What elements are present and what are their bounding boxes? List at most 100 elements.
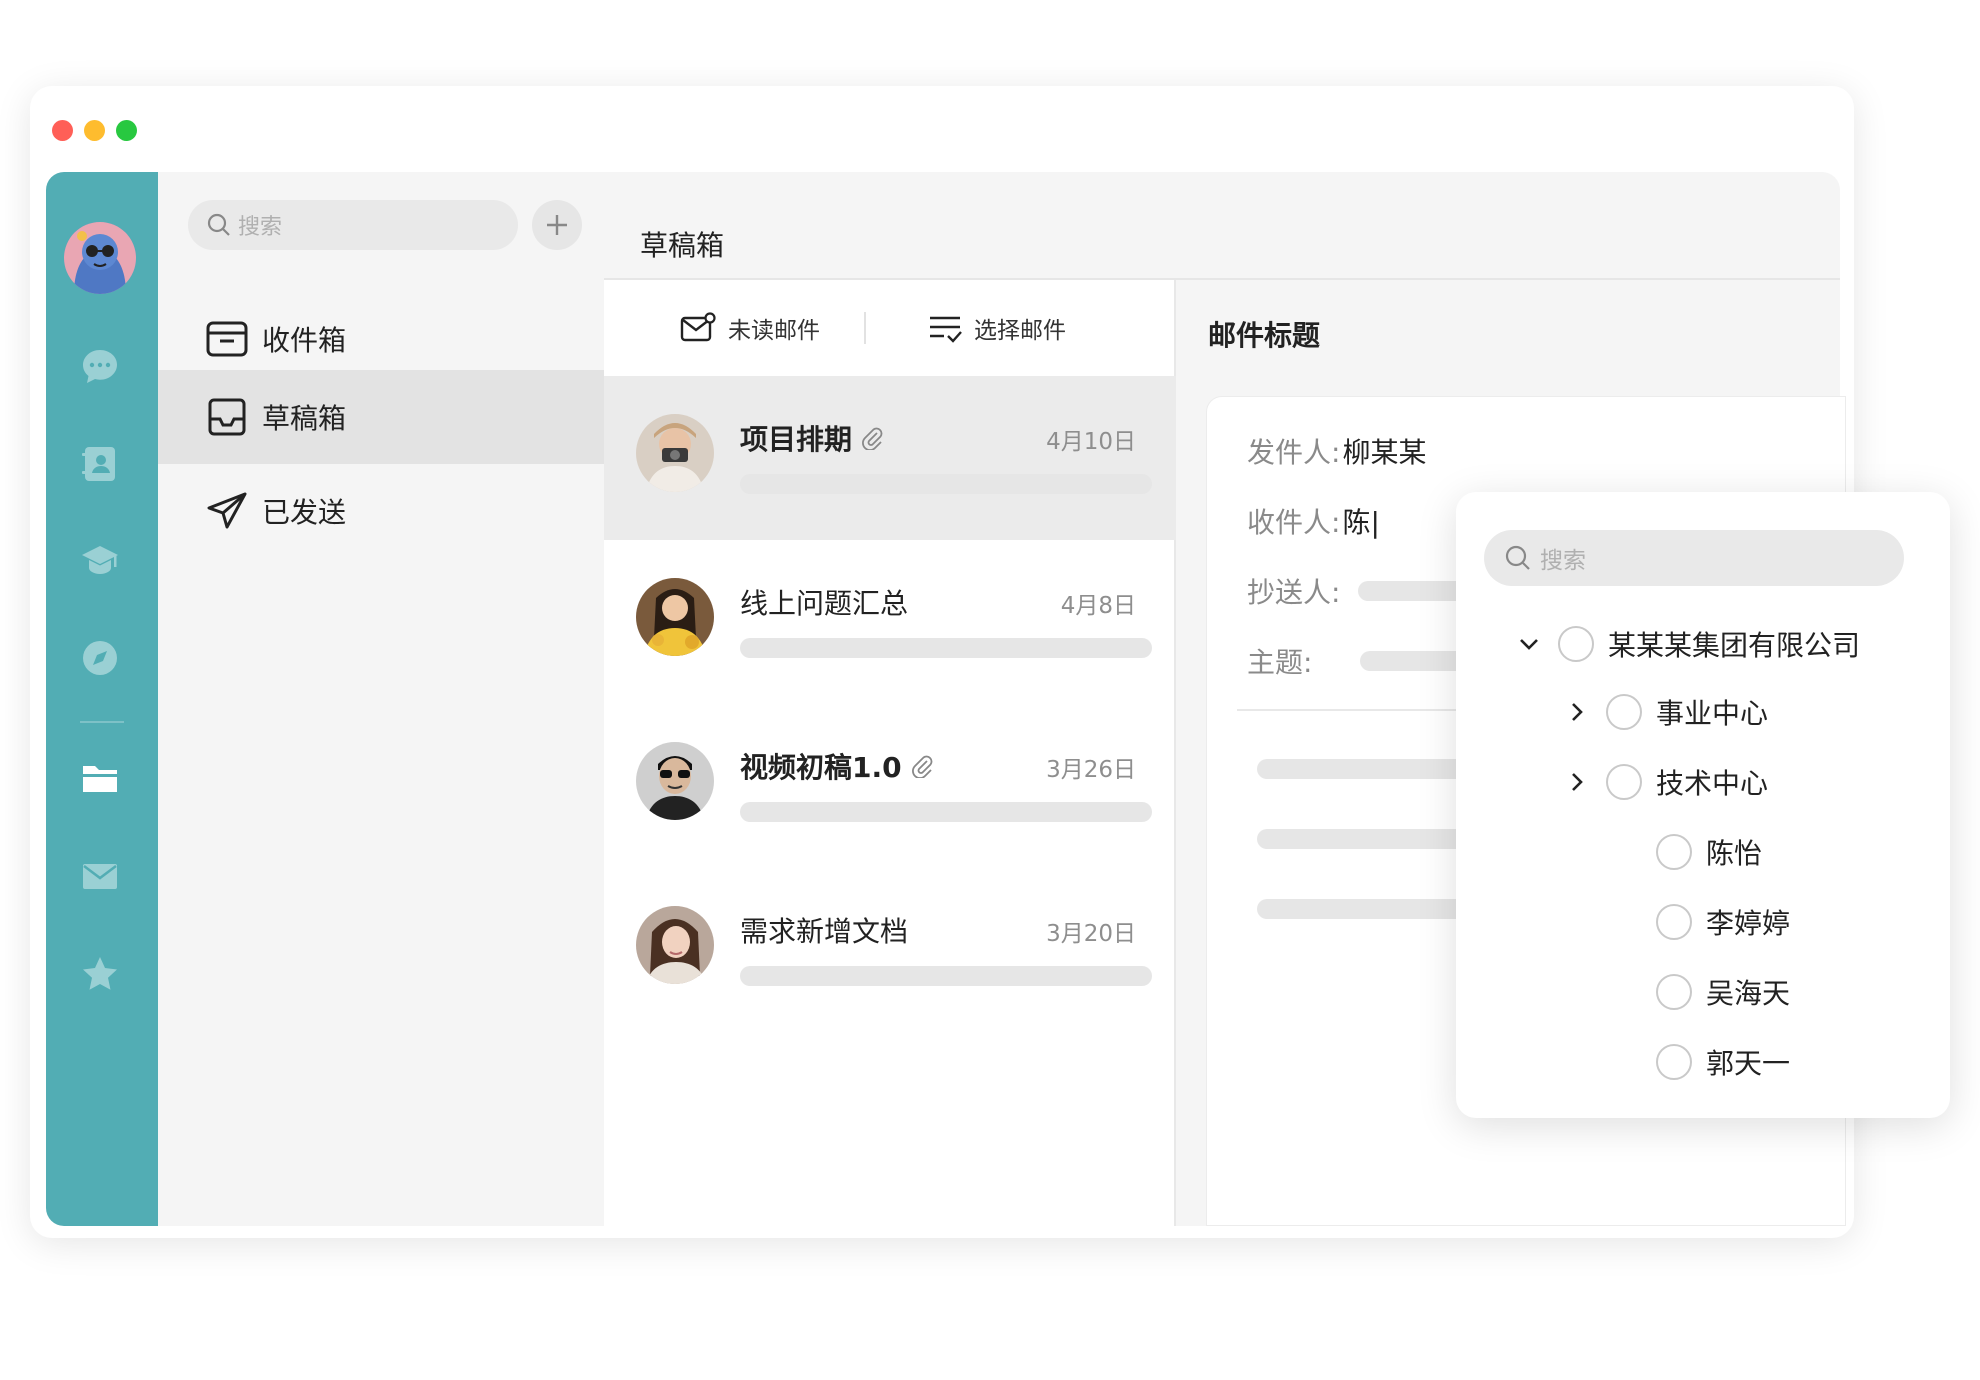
compass-icon[interactable]	[80, 638, 120, 678]
chevron-down-icon[interactable]	[1514, 629, 1544, 659]
nav-rail	[46, 172, 158, 1226]
folder-panel: 搜索 收件箱 草稿箱 已发送	[158, 172, 604, 1226]
tree-node-person[interactable]: 郭天一	[1656, 1042, 1790, 1082]
mail-subject: 项目排期	[740, 418, 884, 458]
inbox-icon	[206, 321, 248, 357]
user-avatar[interactable]	[64, 222, 136, 294]
folder-label: 已发送	[262, 496, 347, 529]
sender-value: 柳某某	[1342, 436, 1427, 469]
mail-subject: 线上问题汇总	[740, 582, 908, 622]
mail-item[interactable]: 视频初稿1.0 3月26日	[604, 704, 1176, 868]
tree-node-person[interactable]: 陈怡	[1656, 832, 1762, 872]
mail-item[interactable]: 线上问题汇总 4月8日	[604, 540, 1176, 704]
select-radio[interactable]	[1656, 904, 1692, 940]
graduation-cap-icon[interactable]	[80, 540, 120, 580]
select-radio[interactable]	[1656, 1044, 1692, 1080]
tree-node-tech-center[interactable]: 技术中心	[1562, 762, 1768, 802]
tree-node-label: 某某某集团有限公司	[1608, 629, 1861, 662]
mail-preview-placeholder	[740, 638, 1152, 658]
search-icon	[1505, 545, 1530, 570]
mail-date: 4月10日	[1046, 429, 1136, 455]
chevron-right-icon[interactable]	[1562, 697, 1592, 727]
tree-node-business-center[interactable]: 事业中心	[1562, 692, 1768, 732]
folder-icon[interactable]	[80, 758, 120, 798]
tree-node-person[interactable]: 李婷婷	[1656, 902, 1790, 942]
tree-node-label: 陈怡	[1706, 837, 1763, 870]
minimize-window-button[interactable]	[84, 120, 105, 141]
sender-avatar	[636, 906, 714, 984]
mail-subject-text: 线上问题汇总	[740, 587, 909, 620]
unread-mail-button[interactable]: 未读邮件	[680, 311, 820, 345]
folder-search-input[interactable]: 搜索	[188, 200, 518, 250]
folder-label: 收件箱	[262, 324, 347, 357]
add-button[interactable]	[532, 200, 582, 250]
select-list-icon	[930, 316, 962, 343]
paperclip-icon	[862, 427, 883, 450]
mail-subject: 需求新增文档	[740, 910, 908, 950]
select-radio[interactable]	[1606, 694, 1642, 730]
chat-icon[interactable]	[80, 346, 120, 386]
page-title: 草稿箱	[640, 229, 725, 262]
folder-item-sent[interactable]: 已发送	[158, 464, 604, 558]
mail-date: 3月20日	[1046, 921, 1136, 947]
select-radio[interactable]	[1606, 764, 1642, 800]
tree-node-person[interactable]: 吴海天	[1656, 972, 1790, 1012]
drafts-icon	[208, 398, 246, 436]
unread-mail-label: 未读邮件	[728, 318, 820, 344]
search-placeholder: 搜索	[1540, 548, 1586, 574]
star-icon[interactable]	[80, 954, 120, 994]
maximize-window-button[interactable]	[116, 120, 137, 141]
tree-node-label: 郭天一	[1706, 1047, 1791, 1080]
sender-avatar	[636, 742, 714, 820]
contact-search-input[interactable]: 搜索	[1484, 530, 1904, 586]
mail-subject-text: 视频初稿1.0	[740, 751, 902, 784]
cc-label: 抄送人:	[1247, 576, 1341, 609]
folder-item-drafts[interactable]: 草稿箱	[158, 370, 604, 464]
mail-subject: 视频初稿1.0	[740, 746, 934, 786]
close-window-button[interactable]	[52, 120, 73, 141]
mail-title: 邮件标题	[1208, 319, 1321, 352]
tree-node-label: 吴海天	[1706, 977, 1791, 1010]
list-toolbar: 未读邮件 选择邮件	[604, 280, 1176, 376]
subject-label: 主题:	[1247, 646, 1313, 679]
mail-preview-placeholder	[740, 966, 1152, 986]
send-icon	[207, 492, 247, 529]
recipient-input[interactable]: 陈|	[1342, 501, 1379, 541]
sender-avatar	[636, 414, 714, 492]
mail-preview-placeholder	[740, 474, 1152, 494]
main-header: 草稿箱	[604, 172, 1840, 280]
tree-node-label: 事业中心	[1656, 697, 1769, 730]
mail-icon[interactable]	[80, 856, 120, 896]
sender-label: 发件人:	[1247, 436, 1341, 469]
sender-avatar	[636, 578, 714, 656]
tree-node-label: 技术中心	[1656, 767, 1769, 800]
search-icon	[207, 213, 230, 236]
sender-field: 发件人: 柳某某	[1247, 431, 1426, 471]
select-radio[interactable]	[1558, 626, 1594, 662]
search-placeholder: 搜索	[238, 215, 283, 240]
mail-list: 未读邮件 选择邮件 项目排期 4月10日 线上问题汇总 4月8日 视频初稿1.0…	[604, 280, 1176, 1226]
traffic-lights	[52, 120, 137, 141]
select-mail-button[interactable]: 选择邮件	[928, 311, 1066, 345]
mail-item[interactable]: 需求新增文档 3月20日	[604, 868, 1176, 1032]
unread-mail-icon	[680, 312, 716, 342]
contact-picker-popover: 搜索 某某某集团有限公司 事业中心 技术中心 陈怡 李婷婷 吴海天 郭天一	[1456, 492, 1950, 1118]
rail-divider	[80, 721, 124, 723]
contacts-icon[interactable]	[80, 444, 120, 484]
select-mail-label: 选择邮件	[974, 318, 1066, 344]
mail-item[interactable]: 项目排期 4月10日	[604, 376, 1176, 540]
mail-date: 3月26日	[1046, 757, 1136, 783]
paperclip-icon	[911, 755, 932, 778]
tree-node-company[interactable]: 某某某集团有限公司	[1514, 624, 1860, 664]
select-radio[interactable]	[1656, 974, 1692, 1010]
chevron-right-icon[interactable]	[1562, 767, 1592, 797]
tree-node-label: 李婷婷	[1706, 907, 1791, 940]
toolbar-divider	[864, 312, 866, 344]
mail-preview-placeholder	[740, 802, 1152, 822]
plus-icon	[547, 215, 567, 235]
mail-subject-text: 项目排期	[740, 423, 853, 456]
select-radio[interactable]	[1656, 834, 1692, 870]
recipient-field[interactable]: 收件人: 陈|	[1247, 501, 1380, 541]
mail-date: 4月8日	[1060, 593, 1136, 619]
folder-label: 草稿箱	[262, 402, 347, 435]
